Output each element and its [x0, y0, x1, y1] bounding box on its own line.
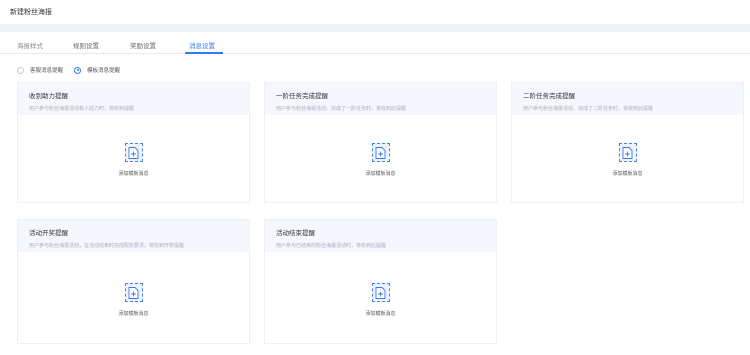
- tab-bar: 海报样式 规则设置 奖励设置 消息设置: [0, 32, 750, 54]
- card-header: 二阶任务完成提醒 用户参与粉丝海报活动，完成了二阶任务时，将收到此提醒: [512, 83, 743, 115]
- card-title: 活动结束提醒: [276, 229, 315, 237]
- radio-circle-checked[interactable]: [74, 66, 81, 74]
- add-template-label: 添加模板消息: [365, 171, 396, 177]
- radio-label: 模板消息提醒: [87, 68, 121, 74]
- add-document-icon: [128, 286, 139, 299]
- card-draw-reminder: 活动开奖提醒 用户参与粉丝海报活动，在活动结束时完成配奖要求，将收到开奖提醒 添…: [17, 219, 250, 344]
- radio-customer-service-reminder[interactable]: 客服消息提醒: [17, 66, 63, 74]
- card-description: 用户参与粉丝海报活动有人助力时，将收到提醒: [29, 106, 135, 112]
- card-stage1-complete-reminder: 一阶任务完成提醒 用户参与粉丝海报活动，完成了一阶任务时，将收到此提醒 添加模板…: [264, 82, 497, 203]
- card-header: 收到助力提醒 用户参与粉丝海报活动有人助力时，将收到提醒: [18, 83, 249, 115]
- card-header: 一阶任务完成提醒 用户参与粉丝海报活动，完成了一阶任务时，将收到此提醒: [265, 83, 496, 115]
- add-document-icon: [622, 146, 633, 159]
- add-template-button[interactable]: [124, 283, 143, 302]
- card-assist-reminder: 收到助力提醒 用户参与粉丝海报活动有人助力时，将收到提醒 添加模板消息: [17, 82, 250, 203]
- tab-reward-settings[interactable]: 奖励设置: [130, 40, 156, 50]
- tab-message-settings[interactable]: 消息设置: [189, 40, 215, 50]
- add-document-icon: [375, 286, 386, 299]
- tab-poster-style[interactable]: 海报样式: [17, 40, 43, 50]
- add-template-label: 添加模板消息: [612, 171, 643, 177]
- add-document-icon: [375, 146, 386, 159]
- card-description: 用户参与已结束的粉丝海报活动时，将收到此提醒: [276, 243, 387, 249]
- radio-label: 客服消息提醒: [30, 68, 64, 74]
- card-activity-end-reminder: 活动结束提醒 用户参与已结束的粉丝海报活动时，将收到此提醒 添加模板消息: [264, 219, 497, 344]
- add-template-button[interactable]: [124, 143, 143, 162]
- card-description: 用户参与粉丝海报活动，完成了一阶任务时，将收到此提醒: [276, 106, 407, 112]
- card-title: 活动开奖提醒: [29, 229, 68, 237]
- add-template-button[interactable]: [371, 283, 390, 302]
- card-title: 收到助力提醒: [29, 92, 68, 100]
- card-title: 一阶任务完成提醒: [276, 92, 328, 100]
- radio-template-reminder[interactable]: 模板消息提醒: [74, 66, 120, 74]
- tab-rule-settings[interactable]: 规则设置: [73, 40, 99, 50]
- card-header: 活动开奖提醒 用户参与粉丝海报活动，在活动结束时完成配奖要求，将收到开奖提醒: [18, 220, 249, 252]
- card-title: 二阶任务完成提醒: [523, 92, 575, 100]
- page-title: 新建粉丝海报: [10, 8, 52, 16]
- active-tab-indicator: [185, 52, 223, 54]
- radio-circle[interactable]: [17, 66, 24, 74]
- add-template-label: 添加模板消息: [365, 311, 396, 317]
- card-header: 活动结束提醒 用户参与已结束的粉丝海报活动时，将收到此提醒: [265, 220, 496, 252]
- add-template-button[interactable]: [618, 143, 637, 162]
- add-document-icon: [128, 146, 139, 159]
- add-template-label: 添加模板消息: [118, 171, 149, 177]
- add-template-button[interactable]: [371, 143, 390, 162]
- add-template-label: 添加模板消息: [118, 311, 149, 317]
- main-panel: 海报样式 规则设置 奖励设置 消息设置 客服消息提醒 模板消息提醒 收到助力提醒…: [0, 32, 750, 355]
- card-stage2-complete-reminder: 二阶任务完成提醒 用户参与粉丝海报活动，完成了二阶任务时，将收到此提醒 添加模板…: [511, 82, 744, 203]
- card-description: 用户参与粉丝海报活动，在活动结束时完成配奖要求，将收到开奖提醒: [29, 243, 185, 249]
- page-header: 新建粉丝海报: [0, 0, 750, 24]
- card-description: 用户参与粉丝海报活动，完成了二阶任务时，将收到此提醒: [523, 106, 654, 112]
